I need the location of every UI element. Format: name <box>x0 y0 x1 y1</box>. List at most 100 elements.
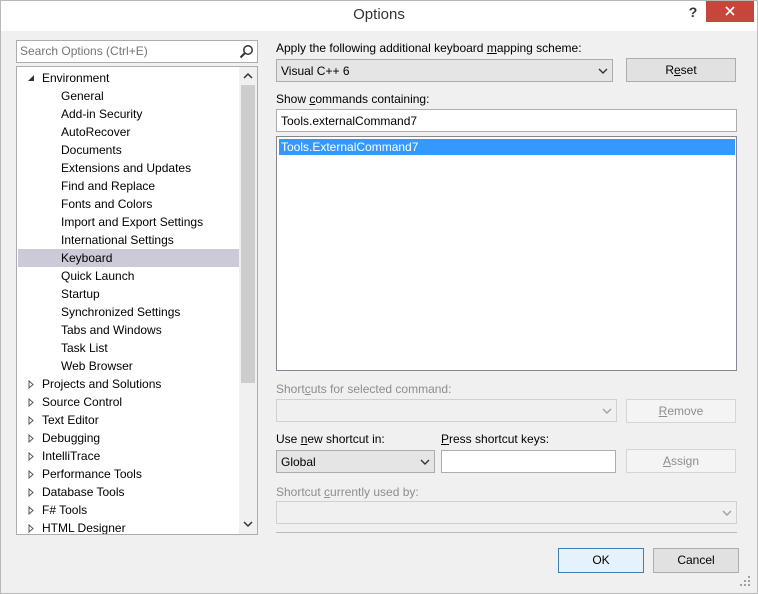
tree-scrollbar[interactable] <box>239 67 257 534</box>
tree-item-label: Import and Export Settings <box>61 215 204 229</box>
tree-item[interactable]: Web Browser <box>18 357 239 375</box>
show-commands-label: Show commands containing: <box>276 92 430 106</box>
tree-item-label: Startup <box>61 287 100 301</box>
expand-arrow-icon[interactable] <box>27 398 35 407</box>
tree-item[interactable]: Synchronized Settings <box>18 303 239 321</box>
search-box[interactable] <box>16 40 258 63</box>
chevron-down-icon <box>420 459 430 465</box>
tree-item[interactable]: Import and Export Settings <box>18 213 239 231</box>
tree-item[interactable]: Environment <box>18 69 239 87</box>
shortcut-keys-field[interactable] <box>441 450 616 473</box>
options-tree[interactable]: Environment General Add-in Security AutoRec… <box>16 66 258 535</box>
tree-item[interactable]: Projects and Solutions <box>18 375 239 393</box>
tree-item[interactable]: HTML Designer <box>18 519 239 535</box>
tree-item-label: Find and Replace <box>61 179 156 193</box>
use-shortcut-label: Use new shortcut in: <box>276 432 385 446</box>
tree-item[interactable]: Database Tools <box>18 483 239 501</box>
tree-item-label: F# Tools <box>42 503 88 517</box>
cancel-button[interactable]: Cancel <box>653 548 739 573</box>
tree-item[interactable]: Tabs and Windows <box>18 321 239 339</box>
tree-item-label: General <box>61 89 104 103</box>
scroll-down-icon[interactable] <box>243 521 253 528</box>
ok-button[interactable]: OK <box>558 548 644 573</box>
list-item[interactable]: Tools.ExternalCommand7 <box>279 139 735 155</box>
tree-item-label: Quick Launch <box>61 269 135 283</box>
tree-item-label: Database Tools <box>42 485 125 499</box>
expand-arrow-icon[interactable] <box>27 380 35 389</box>
tree-item-label: Documents <box>61 143 122 157</box>
help-button[interactable]: ? <box>683 4 703 24</box>
used-by-select[interactable] <box>276 501 737 524</box>
tree-item[interactable]: Fonts and Colors <box>18 195 239 213</box>
tree-item-label: Fonts and Colors <box>61 197 153 211</box>
tree-item[interactable]: Quick Launch <box>18 267 239 285</box>
options-dialog: Options ? Environment General Add-in Secur… <box>0 0 758 594</box>
expand-arrow-icon[interactable] <box>27 470 35 479</box>
tree-item[interactable]: Performance Tools <box>18 465 239 483</box>
expand-arrow-icon[interactable] <box>27 434 35 443</box>
mapping-scheme-value: Visual C++ 6 <box>281 64 350 78</box>
chevron-down-icon <box>602 408 612 414</box>
tree-item[interactable]: Debugging <box>18 429 239 447</box>
shortcuts-select[interactable] <box>276 399 617 422</box>
collapse-arrow-icon[interactable] <box>27 74 35 83</box>
scrollbar-thumb[interactable] <box>241 85 255 383</box>
command-filter-field[interactable] <box>276 109 737 132</box>
tree-item[interactable]: F# Tools <box>18 501 239 519</box>
expand-arrow-icon[interactable] <box>27 452 35 461</box>
command-filter-input[interactable] <box>281 113 695 129</box>
shortcut-keys-input[interactable] <box>446 454 602 470</box>
tree-item[interactable]: Add-in Security <box>18 105 239 123</box>
mapping-scheme-label: Apply the following additional keyboard … <box>276 41 582 55</box>
search-icon[interactable] <box>239 44 254 59</box>
expand-arrow-icon[interactable] <box>27 488 35 497</box>
tree-item[interactable]: International Settings <box>18 231 239 249</box>
tree-item-label: Source Control <box>42 395 123 409</box>
tree-item-label: Web Browser <box>61 359 133 373</box>
commands-list[interactable]: Tools.ExternalCommand7 <box>276 136 737 371</box>
tree-item[interactable]: Extensions and Updates <box>18 159 239 177</box>
tree-item[interactable]: Documents <box>18 141 239 159</box>
tree-item[interactable]: Keyboard <box>18 249 239 267</box>
use-shortcut-value: Global <box>281 455 316 469</box>
expand-arrow-icon[interactable] <box>27 506 35 515</box>
tree-item[interactable]: Task List <box>18 339 239 357</box>
tree-item-label: Add-in Security <box>61 107 143 121</box>
close-button[interactable] <box>706 1 754 22</box>
tree-item-label: Text Editor <box>42 413 99 427</box>
chevron-down-icon <box>598 68 608 74</box>
used-by-label: Shortcut currently used by: <box>276 485 419 499</box>
remove-button[interactable]: Remove <box>626 399 736 423</box>
window-title: Options <box>353 6 405 23</box>
mapping-scheme-select[interactable]: Visual C++ 6 <box>276 59 613 82</box>
tree-item[interactable]: Find and Replace <box>18 177 239 195</box>
tree-item[interactable]: IntelliTrace <box>18 447 239 465</box>
tree-item-label: Tabs and Windows <box>61 323 162 337</box>
tree-item-label: Performance Tools <box>42 467 142 481</box>
tree-item[interactable]: Text Editor <box>18 411 239 429</box>
search-input[interactable] <box>20 43 230 59</box>
separator <box>276 532 737 533</box>
tree-item-label: International Settings <box>61 233 174 247</box>
expand-arrow-icon[interactable] <box>27 416 35 425</box>
tree-item-label: Task List <box>61 341 108 355</box>
tree-item-label: Projects and Solutions <box>42 377 162 391</box>
scroll-up-icon[interactable] <box>243 72 253 79</box>
tree-item-label: Debugging <box>42 431 101 445</box>
tree-item-label: HTML Designer <box>42 521 126 535</box>
tree-item-label: AutoRecover <box>61 125 131 139</box>
tree-item[interactable]: General <box>18 87 239 105</box>
tree-item[interactable]: AutoRecover <box>18 123 239 141</box>
title-bar[interactable]: Options ? <box>1 1 757 31</box>
press-keys-label: Press shortcut keys: <box>441 432 550 446</box>
use-shortcut-select[interactable]: Global <box>276 450 435 473</box>
reset-button[interactable]: Reset <box>626 58 736 82</box>
tree-item[interactable]: Source Control <box>18 393 239 411</box>
tree-item[interactable]: Startup <box>18 285 239 303</box>
tree-item-label: Synchronized Settings <box>61 305 181 319</box>
tree-item-label: IntelliTrace <box>42 449 101 463</box>
expand-arrow-icon[interactable] <box>27 524 35 533</box>
resize-grip-icon[interactable] <box>739 575 751 587</box>
shortcuts-label: Shortcuts for selected command: <box>276 382 452 396</box>
assign-button[interactable]: Assign <box>626 449 736 473</box>
